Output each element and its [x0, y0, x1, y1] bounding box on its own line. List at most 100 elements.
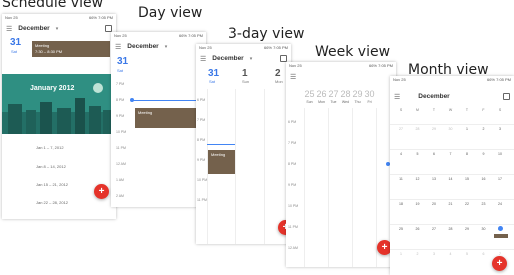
month-day-cell[interactable]: 26 — [411, 227, 425, 231]
month-view-screen: Nov 25 66% 7:05 PM ☰ December S M T W T F S 27 2… — [390, 76, 514, 275]
weekday-header: M — [416, 108, 419, 112]
month-day-cell[interactable]: 24 — [493, 202, 507, 206]
add-event-button[interactable]: + — [94, 184, 109, 199]
menu-icon[interactable]: ☰ — [394, 93, 400, 101]
month-day-cell[interactable]: 17 — [493, 177, 507, 181]
month-day-cell[interactable]: 28 — [444, 227, 458, 231]
month-day-cell[interactable]: 4 — [444, 252, 458, 256]
month-day-cell[interactable]: 30 — [444, 127, 458, 131]
month-day-cell[interactable]: 6 — [477, 252, 491, 256]
week-range[interactable]: Jan 1 – 7, 2012 — [36, 145, 64, 150]
month-day-cell[interactable]: 19 — [411, 202, 425, 206]
hour-label: 6 PM — [288, 120, 297, 124]
week-day-number[interactable]: 30 — [364, 89, 375, 99]
month-day-cell[interactable]: 29 — [460, 227, 474, 231]
hour-label: 6 PM — [197, 98, 206, 102]
month-day-cell[interactable]: 12 — [411, 177, 425, 181]
month-day-cell[interactable]: 2 — [411, 252, 425, 256]
caption-day-view: Day view — [138, 5, 203, 21]
month-title[interactable]: December — [418, 93, 449, 100]
weekday-header: F — [482, 108, 485, 112]
dropdown-caret-icon[interactable]: ▾ — [165, 44, 168, 50]
month-day-cell[interactable]: 16 — [477, 177, 491, 181]
month-title[interactable]: December — [127, 43, 158, 50]
week-day-number[interactable]: 25 — [304, 89, 315, 99]
day-column-number[interactable]: 2 — [275, 68, 281, 79]
week-range[interactable]: Jan 15 – 21, 2012 — [36, 182, 68, 187]
hour-label: 8 PM — [116, 98, 125, 102]
month-day-cell[interactable]: 29 — [427, 127, 441, 131]
month-day-cell[interactable]: 13 — [427, 177, 441, 181]
week-range[interactable]: Jan 8 – 14, 2012 — [36, 164, 66, 169]
week-day-number[interactable]: 27 — [328, 89, 339, 99]
month-day-cell[interactable]: 5 — [411, 152, 425, 156]
calendar-icon[interactable] — [105, 25, 112, 32]
month-day-cell[interactable]: 11 — [394, 177, 408, 181]
month-day-cell[interactable]: 27 — [394, 127, 408, 131]
month-day-cell[interactable]: 20 — [427, 202, 441, 206]
event-chip[interactable]: Meeting — [208, 150, 235, 174]
month-day-cell[interactable]: 4 — [394, 152, 408, 156]
month-day-cell[interactable]: 3 — [427, 252, 441, 256]
caption-3day-view: 3-day view — [228, 26, 305, 42]
week-day-number[interactable]: 29 — [352, 89, 363, 99]
month-banner: January 2012 — [2, 74, 116, 134]
add-event-button[interactable]: + — [492, 256, 507, 271]
event-chip[interactable] — [494, 234, 508, 238]
week-range[interactable]: Jan 22 – 28, 2012 — [36, 200, 68, 205]
month-day-cell[interactable]: 3 — [493, 127, 507, 131]
status-time: Nov 25 — [289, 63, 302, 68]
calendar-icon[interactable] — [280, 55, 287, 62]
month-title[interactable]: December — [18, 25, 49, 32]
hour-label: 8 PM — [197, 138, 206, 142]
calendar-icon[interactable] — [503, 93, 510, 100]
month-day-cell[interactable]: 7 — [444, 152, 458, 156]
month-day-cell[interactable]: 2 — [477, 127, 491, 131]
day-column-number[interactable]: 1 — [242, 68, 248, 79]
month-day-cell[interactable]: 15 — [460, 177, 474, 181]
week-day-number[interactable]: 28 — [340, 89, 351, 99]
column-divider — [352, 108, 353, 267]
weekday-header: W — [448, 108, 453, 112]
status-battery: 66% 7:05 PM — [178, 33, 203, 38]
month-day-cell[interactable]: 1 — [460, 127, 474, 131]
month-day-cell[interactable]: 18 — [394, 202, 408, 206]
menu-icon[interactable]: ☰ — [290, 73, 296, 81]
week-day-number[interactable]: 26 — [316, 89, 327, 99]
week-row-divider — [390, 224, 514, 225]
month-day-cell[interactable]: 9 — [477, 152, 491, 156]
week-day-name: Wed — [341, 100, 350, 104]
month-day-cell[interactable]: 8 — [460, 152, 474, 156]
status-time: Nov 25 — [5, 15, 18, 20]
month-day-cell[interactable]: 22 — [460, 202, 474, 206]
hour-label: 9 PM — [288, 183, 297, 187]
month-day-cell[interactable]: 6 — [427, 152, 441, 156]
month-day-cell[interactable]: 5 — [460, 252, 474, 256]
week-row-divider — [390, 249, 514, 250]
app-bar: ☰ — [286, 69, 396, 84]
event-chip[interactable]: Meeting 7:30 – 8:30 PM — [32, 41, 110, 57]
month-day-cell[interactable]: 25 — [394, 227, 408, 231]
day-column-number[interactable]: 31 — [208, 68, 219, 79]
menu-icon[interactable]: ☰ — [115, 43, 121, 51]
hour-label: 11 PM — [288, 225, 298, 229]
dropdown-caret-icon[interactable]: ▾ — [250, 56, 253, 62]
weekday-header: T — [432, 108, 436, 112]
month-day-cell[interactable]: 28 — [411, 127, 425, 131]
month-day-cell[interactable]: 10 — [493, 152, 507, 156]
month-day-cell[interactable]: 30 — [477, 227, 491, 231]
caption-month-view: Month view — [408, 62, 489, 78]
month-title[interactable]: December — [212, 55, 243, 62]
hour-label: 11 PM — [116, 146, 126, 150]
day-view-screen: Nov 25 66% 7:05 PM ☰ December ▾ 31 Sat 7… — [111, 32, 206, 207]
dropdown-caret-icon[interactable]: ▾ — [56, 26, 59, 32]
month-day-cell[interactable]: 21 — [444, 202, 458, 206]
month-day-cell[interactable]: 1 — [394, 252, 408, 256]
column-divider — [264, 89, 265, 244]
month-day-cell[interactable]: 27 — [427, 227, 441, 231]
month-grid: S M T W T F S 27 28 29 30 1 2 3 4 5 6 7 8 9 10 11 12 13 14 15 16 17… — [390, 108, 514, 275]
month-day-cell[interactable]: 23 — [477, 202, 491, 206]
menu-icon[interactable]: ☰ — [200, 55, 206, 63]
month-day-cell[interactable]: 14 — [444, 177, 458, 181]
menu-icon[interactable]: ☰ — [6, 25, 12, 33]
